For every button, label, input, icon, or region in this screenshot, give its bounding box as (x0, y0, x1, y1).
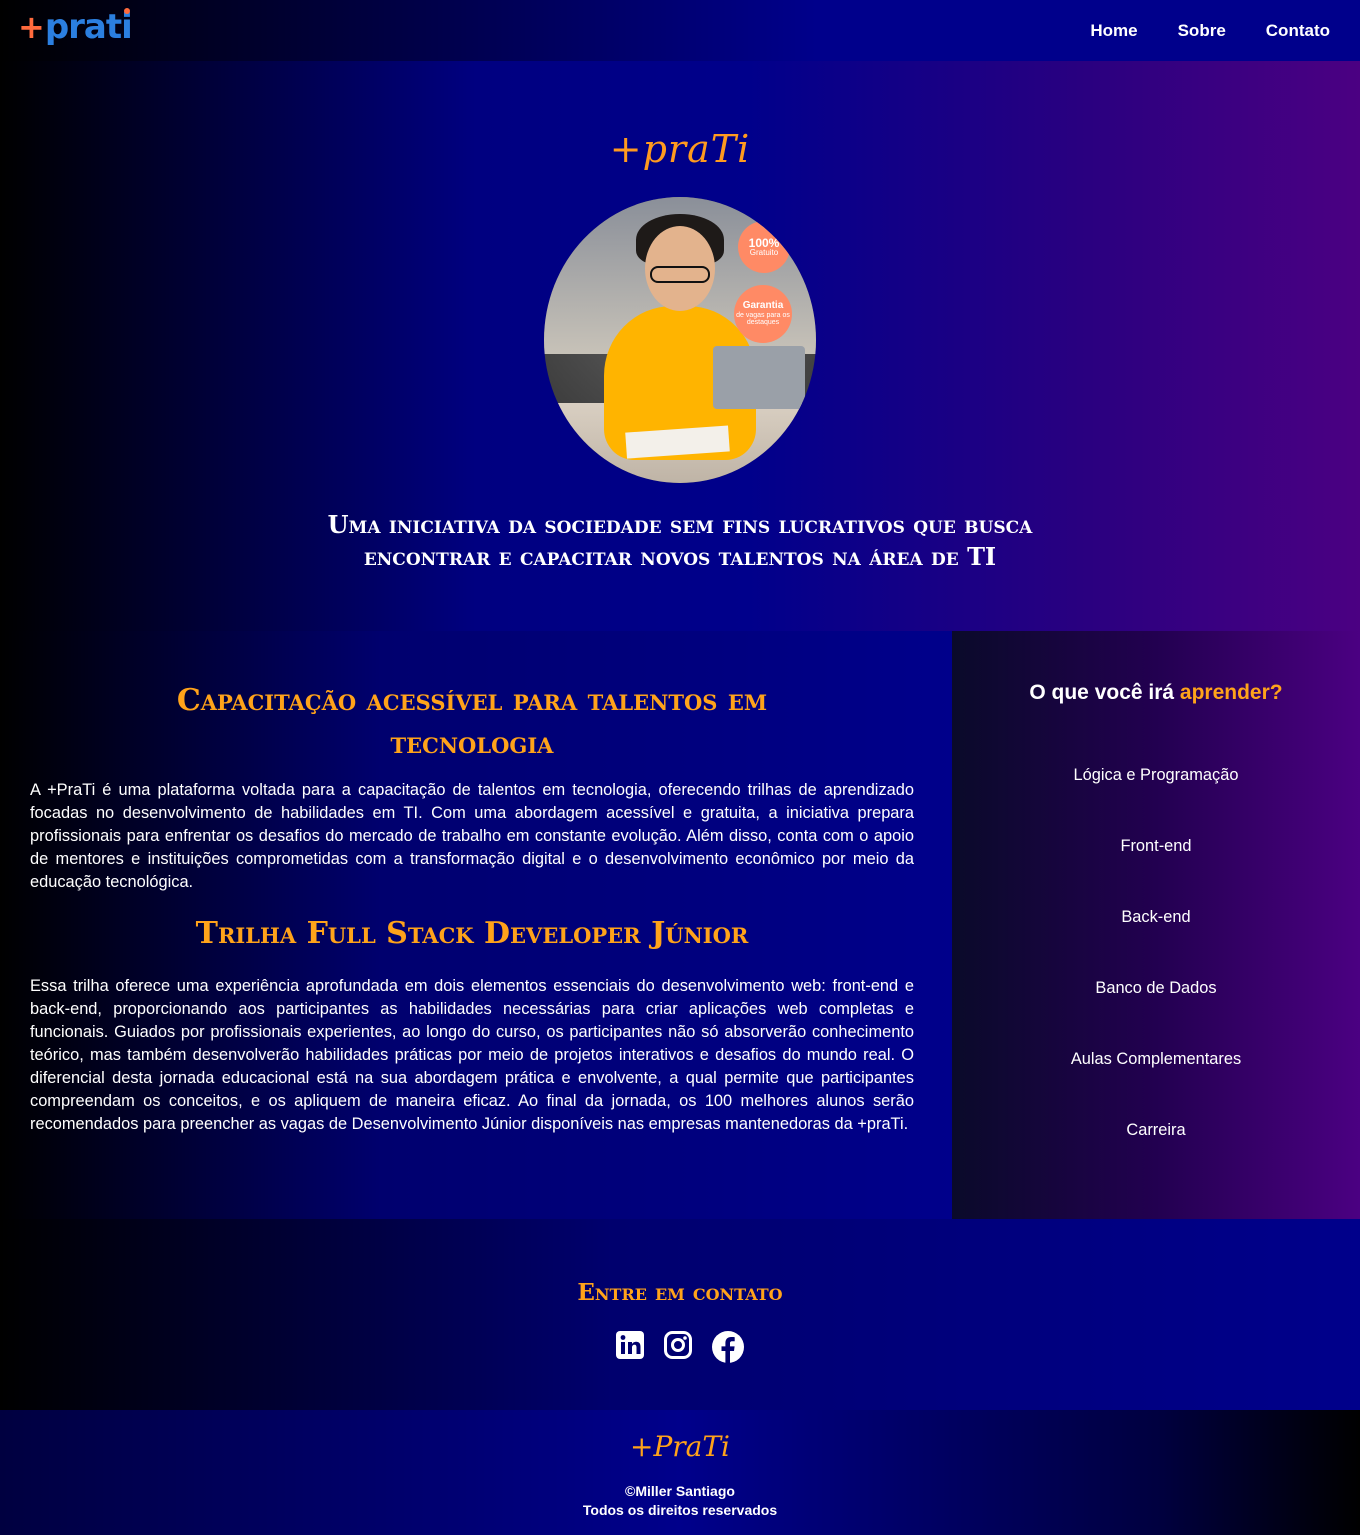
facebook-icon[interactable] (711, 1330, 745, 1364)
main-nav: Home Sobre Contato (1090, 21, 1330, 41)
learning-sidebar: O que você irá aprender? Lógica e Progra… (952, 631, 1360, 1219)
contact-heading: Entre em contato (577, 1279, 783, 1306)
free-badge-label: Gratuito (749, 248, 779, 258)
about-section: Capacitação acessível para talentos em t… (0, 631, 1360, 1219)
social-links (615, 1330, 745, 1364)
site-header: + pra ti Home Sobre Contato (0, 0, 1360, 61)
nav-link-home[interactable]: Home (1090, 21, 1137, 41)
footer-brand: +PraTi (629, 1430, 730, 1463)
topic-item-aulas-complementares: Aulas Complementares (1070, 1050, 1242, 1068)
trilha-paragraph: Essa trilha oferece uma experiência apro… (30, 977, 914, 1133)
topic-item-back-end: Back-end (1121, 908, 1191, 926)
logo-text-ti: ti (105, 6, 133, 47)
about-paragraph: A +PraTi é uma plataforma voltada para a… (30, 781, 914, 891)
learning-topics-list: Lógica e Programação Front-end Back-end … (1071, 765, 1241, 1191)
free-badge: 100% Gratuito (738, 221, 790, 273)
site-footer: +PraTi ©Miller Santiago Todos os direito… (0, 1410, 1360, 1535)
section-title-trilha: Trilha Full Stack Developer Júnior (195, 916, 749, 951)
topic-item-banco-de-dados: Banco de Dados (1095, 979, 1217, 997)
learning-heading: O que você irá aprender? (1029, 681, 1282, 705)
footer-copyright-block: ©Miller Santiago Todos os direitos reser… (583, 1482, 777, 1520)
hero-section: +praTi 100% Gratuito Garantia de vagas p… (0, 61, 1360, 631)
guarantee-badge-title: Garantia (742, 300, 784, 312)
about-content: Capacitação acessível para talentos em t… (0, 631, 952, 1219)
footer-copyright: ©Miller Santiago (625, 1483, 735, 1499)
linkedin-icon[interactable] (615, 1330, 645, 1364)
hero-student-photo: 100% Gratuito Garantia de vagas para os … (544, 197, 816, 483)
footer-rights: Todos os direitos reservados (582, 1502, 778, 1518)
learning-heading-prefix: O que você irá (1029, 681, 1180, 704)
learning-heading-highlight: aprender? (1179, 681, 1283, 704)
topic-item-front-end: Front-end (1120, 837, 1192, 855)
hero-tagline: Uma iniciativa da sociedade sem fins luc… (327, 510, 1033, 571)
guarantee-badge-label: de vagas para os destaques (736, 311, 790, 327)
instagram-icon[interactable] (663, 1330, 693, 1364)
guarantee-badge: Garantia de vagas para os destaques (734, 285, 792, 343)
hero-brand: +praTi (609, 127, 751, 171)
logo-plus: + (18, 7, 45, 46)
topic-item-logica: Lógica e Programação (1073, 766, 1239, 784)
nav-link-contato[interactable]: Contato (1266, 21, 1330, 41)
topic-item-carreira: Carreira (1126, 1121, 1186, 1139)
section-title-capacitacao: Capacitação acessível para talentos em t… (176, 683, 768, 761)
contact-section: Entre em contato (0, 1219, 1360, 1410)
site-logo[interactable]: + pra ti (18, 6, 133, 47)
logo-text-pra: pra (44, 6, 107, 47)
nav-link-sobre[interactable]: Sobre (1178, 21, 1226, 41)
